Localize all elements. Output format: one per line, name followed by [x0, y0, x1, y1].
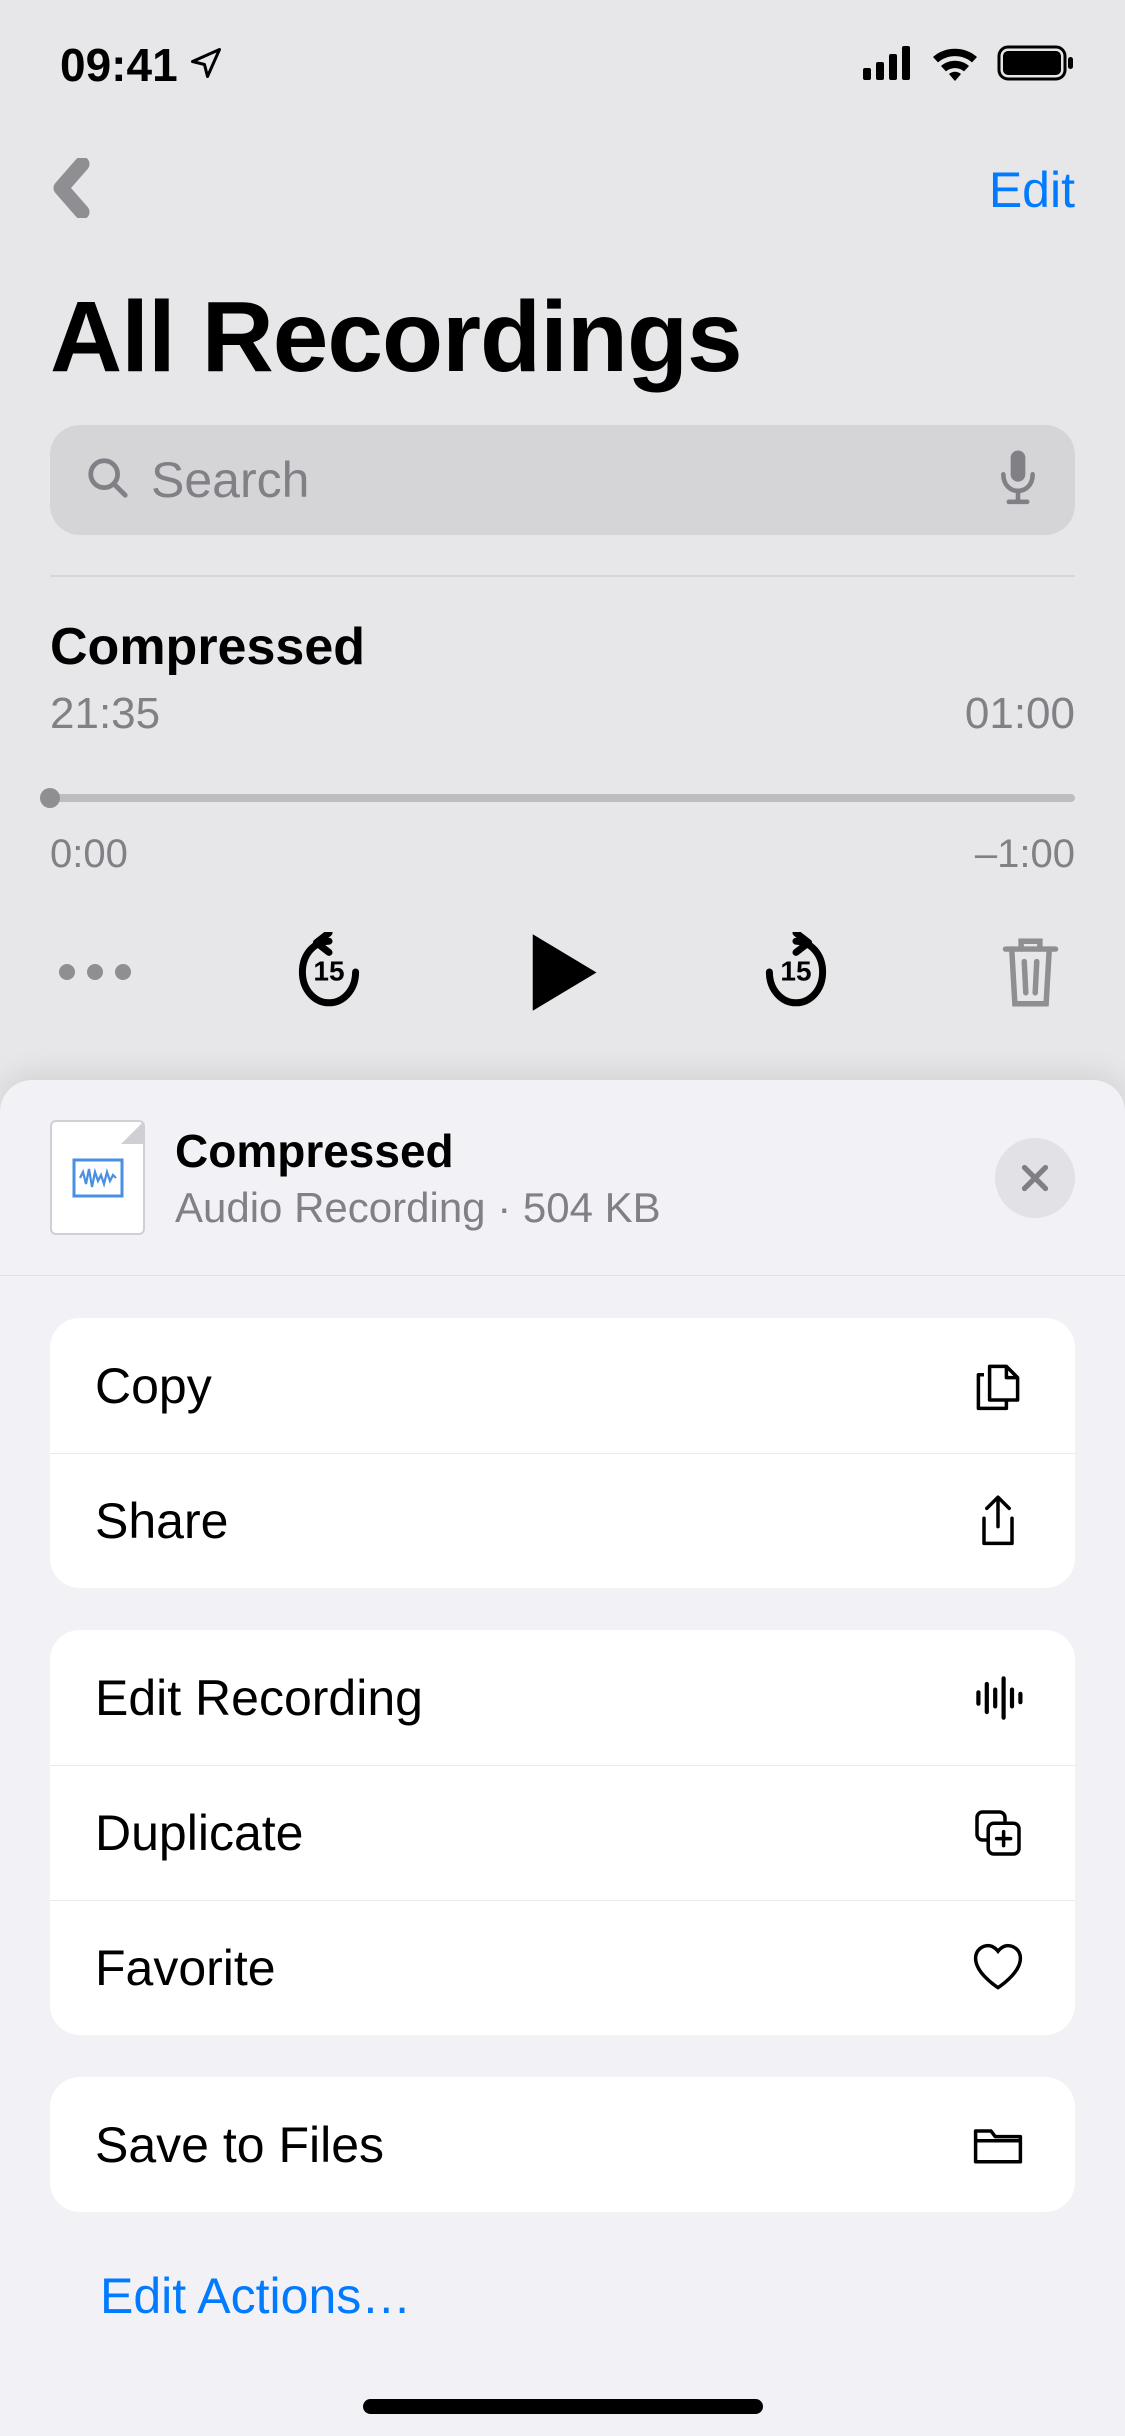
- action-duplicate[interactable]: Duplicate: [50, 1765, 1075, 1900]
- scrubber-handle[interactable]: [40, 788, 60, 808]
- chevron-left-icon: [50, 158, 90, 218]
- status-time: 09:41: [60, 38, 178, 92]
- battery-icon: [997, 45, 1075, 86]
- action-label: Copy: [95, 1357, 212, 1415]
- recording-item[interactable]: Compressed 21:35 01:00 0:00 –1:00 15 15: [0, 577, 1125, 1077]
- sheet-file-meta: Audio Recording · 504 KB: [175, 1184, 965, 1232]
- location-icon: [188, 38, 224, 92]
- sheet-header: Compressed Audio Recording · 504 KB: [0, 1080, 1125, 1276]
- search-input[interactable]: [151, 451, 976, 509]
- scrub-remaining: –1:00: [975, 832, 1075, 877]
- recording-time: 21:35: [50, 689, 160, 739]
- svg-text:15: 15: [313, 955, 344, 986]
- skip-back-15-button[interactable]: 15: [284, 927, 374, 1017]
- sheet-groups: Copy Share Edit Recording Duplicate Favorite…: [0, 1318, 1125, 2212]
- action-group: Save to Files: [50, 2077, 1075, 2212]
- duplicate-icon: [966, 1801, 1030, 1865]
- status-bar: 09:41: [0, 0, 1125, 130]
- action-group: Edit Recording Duplicate Favorite: [50, 1630, 1075, 2035]
- sheet-file-name: Compressed: [175, 1124, 965, 1178]
- copy-icon: [966, 1354, 1030, 1418]
- svg-text:15: 15: [781, 955, 812, 986]
- search-icon: [85, 455, 131, 506]
- action-folder[interactable]: Save to Files: [50, 2077, 1075, 2212]
- action-label: Favorite: [95, 1939, 276, 1997]
- status-right: [863, 45, 1075, 86]
- nav-bar: Edit: [0, 130, 1125, 250]
- action-label: Save to Files: [95, 2116, 384, 2174]
- edit-actions-button[interactable]: Edit Actions…: [100, 2267, 1075, 2325]
- skip-forward-icon: 15: [761, 932, 831, 1012]
- page-title: All Recordings: [0, 250, 1125, 425]
- action-heart[interactable]: Favorite: [50, 1900, 1075, 2035]
- folder-icon: [966, 2113, 1030, 2177]
- scrub-current: 0:00: [50, 832, 128, 877]
- more-icon: [59, 964, 131, 980]
- back-button[interactable]: [50, 158, 90, 223]
- player-controls: 15 15: [50, 927, 1075, 1047]
- search-field[interactable]: [50, 425, 1075, 535]
- file-info: Compressed Audio Recording · 504 KB: [175, 1124, 965, 1232]
- recording-meta: 21:35 01:00: [50, 689, 1075, 739]
- action-waveform[interactable]: Edit Recording: [50, 1630, 1075, 1765]
- waveform-icon: [966, 1666, 1030, 1730]
- home-indicator[interactable]: [363, 2399, 763, 2414]
- edit-button[interactable]: Edit: [989, 161, 1075, 219]
- more-button[interactable]: [50, 927, 140, 1017]
- cellular-icon: [863, 46, 913, 85]
- close-icon: [1017, 1160, 1053, 1196]
- action-label: Duplicate: [95, 1804, 303, 1862]
- action-sheet: Compressed Audio Recording · 504 KB Copy…: [0, 1080, 1125, 2436]
- recording-duration: 01:00: [965, 689, 1075, 739]
- mic-icon[interactable]: [996, 450, 1040, 511]
- trash-icon: [998, 935, 1063, 1010]
- recording-title: Compressed: [50, 617, 1075, 677]
- action-copy[interactable]: Copy: [50, 1318, 1075, 1453]
- skip-back-icon: 15: [294, 932, 364, 1012]
- file-icon: [50, 1120, 145, 1235]
- status-time-wrap: 09:41: [60, 38, 224, 92]
- play-icon: [520, 930, 605, 1015]
- close-sheet-button[interactable]: [995, 1138, 1075, 1218]
- action-group: Copy Share: [50, 1318, 1075, 1588]
- skip-forward-15-button[interactable]: 15: [751, 927, 841, 1017]
- wifi-icon: [931, 45, 979, 86]
- share-icon: [966, 1489, 1030, 1553]
- action-label: Edit Recording: [95, 1669, 423, 1727]
- search-container: [0, 425, 1125, 575]
- scrub-times: 0:00 –1:00: [50, 832, 1075, 877]
- action-share[interactable]: Share: [50, 1453, 1075, 1588]
- delete-button[interactable]: [985, 927, 1075, 1017]
- scrubber[interactable]: [50, 794, 1075, 802]
- action-label: Share: [95, 1492, 228, 1550]
- play-button[interactable]: [518, 927, 608, 1017]
- heart-icon: [966, 1936, 1030, 2000]
